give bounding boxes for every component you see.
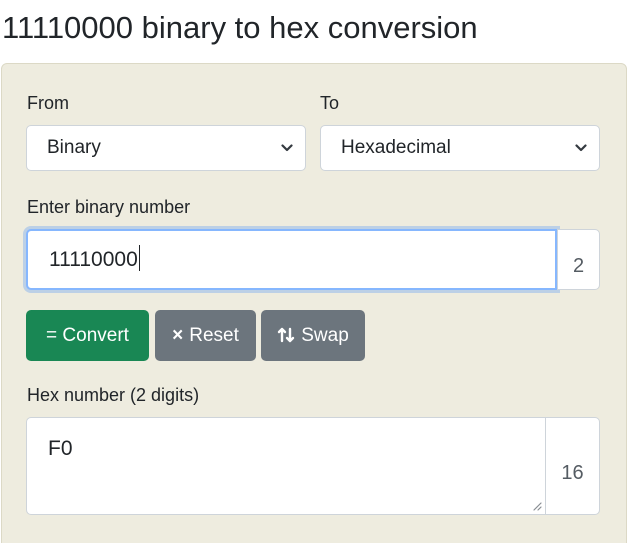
input-base-value: 2	[572, 255, 585, 277]
from-select[interactable]: Binary	[26, 125, 306, 171]
input-base-addon: 2	[557, 229, 600, 290]
swap-button[interactable]: Swap	[261, 310, 365, 361]
page: 11110000 binary to hex conversion From T…	[0, 0, 627, 543]
reset-button[interactable]: × Reset	[155, 310, 256, 361]
output-base-value: 16	[561, 462, 584, 484]
to-select[interactable]: Hexadecimal	[320, 125, 600, 171]
input-label: Enter binary number	[27, 197, 191, 217]
binary-input[interactable]: 11110000	[26, 229, 557, 290]
resize-grip-icon[interactable]	[532, 501, 542, 511]
hex-output-textarea[interactable]: F0	[26, 417, 546, 515]
hex-output-value: F0	[48, 437, 73, 460]
convert-button[interactable]: = Convert	[26, 310, 149, 361]
chevron-down-icon	[575, 144, 587, 152]
text-caret	[138, 245, 140, 271]
swap-button-label: Swap	[301, 325, 349, 346]
output-base-addon: 16	[545, 417, 600, 515]
page-title: 11110000 binary to hex conversion	[2, 10, 478, 45]
swap-arrows-icon	[278, 327, 295, 343]
binary-input-group: 11110000 2	[26, 229, 600, 290]
close-icon: ×	[172, 325, 184, 346]
from-label: From	[27, 93, 69, 113]
from-select-value: Binary	[47, 137, 101, 158]
to-select-value: Hexadecimal	[341, 137, 451, 158]
output-label: Hex number (2 digits)	[27, 385, 200, 405]
reset-button-label: Reset	[189, 325, 239, 346]
to-label: To	[320, 93, 340, 113]
chevron-down-icon	[281, 144, 293, 152]
binary-input-value: 11110000	[49, 248, 138, 271]
